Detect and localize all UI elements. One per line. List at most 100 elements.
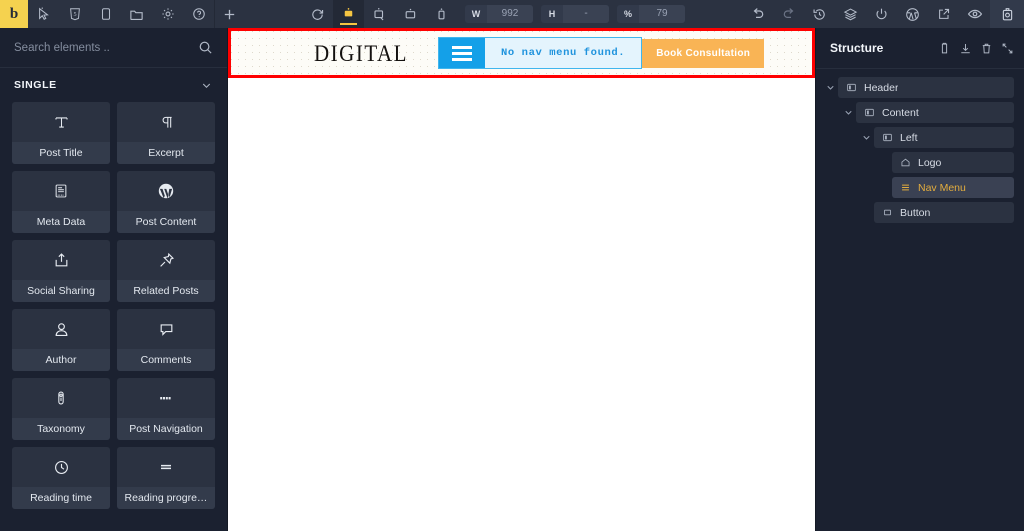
tree-row[interactable]: Left bbox=[874, 127, 1014, 148]
structure-tree: Header Content Left Logo Nav Menu Button bbox=[816, 69, 1024, 223]
tree-label: Left bbox=[900, 131, 918, 144]
width-value[interactable]: 992 bbox=[487, 5, 533, 23]
container-icon bbox=[864, 107, 875, 118]
tree-label: Logo bbox=[918, 156, 942, 169]
category-single[interactable]: SINGLE bbox=[0, 68, 227, 102]
tree-label: Nav Menu bbox=[918, 181, 966, 194]
element-card-reading-time[interactable]: Reading time bbox=[12, 447, 110, 509]
zoom-label: % bbox=[623, 9, 632, 19]
folder-icon[interactable] bbox=[121, 0, 152, 28]
mobile-icon[interactable] bbox=[426, 0, 457, 28]
download-icon[interactable] bbox=[959, 42, 972, 55]
tree-row[interactable]: Logo bbox=[892, 152, 1014, 173]
site-logo[interactable]: DIGITAL bbox=[314, 39, 408, 67]
elements-scroll[interactable]: Post Title Excerpt Meta Data Post Conten… bbox=[0, 102, 227, 531]
element-label: Author bbox=[12, 349, 110, 371]
collapse-icon[interactable] bbox=[1001, 42, 1014, 55]
element-card-author[interactable]: Author bbox=[12, 309, 110, 371]
chevron-down-icon[interactable] bbox=[822, 82, 838, 93]
chevron-down-icon[interactable] bbox=[858, 132, 874, 143]
history-icon[interactable] bbox=[804, 0, 835, 28]
tree-node-content: Content bbox=[822, 102, 1014, 123]
tree-row[interactable]: Button bbox=[874, 202, 1014, 223]
gear-icon[interactable] bbox=[152, 0, 183, 28]
element-card-post-navigation[interactable]: Post Navigation bbox=[117, 378, 215, 440]
clock-icon bbox=[52, 447, 71, 487]
help-icon[interactable] bbox=[183, 0, 214, 28]
element-label: Reading time bbox=[12, 487, 110, 509]
wordpress-icon bbox=[156, 171, 176, 211]
width-field[interactable]: W 992 bbox=[465, 5, 533, 23]
element-card-reading-progress[interactable]: Reading progre… bbox=[117, 447, 215, 509]
cursor-icon[interactable] bbox=[28, 0, 59, 28]
app-logo-button[interactable]: b bbox=[0, 0, 28, 28]
eye-icon[interactable] bbox=[959, 0, 990, 28]
search-icon[interactable] bbox=[198, 40, 213, 55]
zoom-field[interactable]: % 79 bbox=[617, 5, 685, 23]
element-card-social-sharing[interactable]: Social Sharing bbox=[12, 240, 110, 302]
element-card-meta-data[interactable]: Meta Data bbox=[12, 171, 110, 233]
hamburger-icon bbox=[900, 182, 911, 193]
height-value[interactable]: - bbox=[563, 5, 609, 23]
structure-panel: Structure Header Content Left Logo Nav M… bbox=[815, 28, 1024, 531]
height-field[interactable]: H - bbox=[541, 5, 609, 23]
elements-sidebar: SINGLE Post Title bbox=[0, 28, 228, 531]
tree-node-button: Button bbox=[822, 202, 1014, 223]
height-label: H bbox=[548, 9, 556, 19]
tree-row[interactable]: Content bbox=[856, 102, 1014, 123]
header-section-selected[interactable]: DIGITAL No nav menu found. Book Consulta… bbox=[228, 28, 815, 78]
container-icon bbox=[882, 132, 893, 143]
nav-menu-widget[interactable]: No nav menu found. bbox=[437, 37, 643, 69]
element-label: Post Content bbox=[117, 211, 215, 233]
power-icon[interactable] bbox=[866, 0, 897, 28]
chevron-down-icon[interactable] bbox=[840, 107, 856, 118]
external-link-icon[interactable] bbox=[928, 0, 959, 28]
zoom-value[interactable]: 79 bbox=[639, 5, 685, 23]
refresh-icon[interactable] bbox=[302, 0, 333, 28]
svg-text:5: 5 bbox=[73, 12, 76, 18]
chevron-down-icon[interactable] bbox=[200, 79, 213, 92]
element-label: Social Sharing bbox=[12, 280, 110, 302]
plus-icon[interactable] bbox=[214, 0, 245, 28]
structure-header: Structure bbox=[816, 28, 1024, 69]
element-card-post-content[interactable]: Post Content bbox=[117, 171, 215, 233]
category-label: SINGLE bbox=[14, 79, 57, 91]
element-card-comments[interactable]: Comments bbox=[117, 309, 215, 371]
element-card-excerpt[interactable]: Excerpt bbox=[117, 102, 215, 164]
save-disk-icon[interactable] bbox=[990, 0, 1024, 28]
element-label: Excerpt bbox=[117, 142, 215, 164]
tree-label: Button bbox=[900, 206, 931, 219]
element-card-related-posts[interactable]: Related Posts bbox=[117, 240, 215, 302]
share-icon bbox=[52, 240, 71, 280]
element-card-post-title[interactable]: Post Title bbox=[12, 102, 110, 164]
tree-label: Header bbox=[864, 81, 899, 94]
tree-node-left: Left bbox=[822, 127, 1014, 148]
copy-icon[interactable] bbox=[938, 42, 951, 55]
wordpress-icon[interactable] bbox=[897, 0, 928, 28]
redo-icon[interactable] bbox=[773, 0, 804, 28]
element-label: Post Navigation bbox=[117, 418, 215, 440]
main-area: SINGLE Post Title bbox=[0, 28, 1024, 531]
tree-row[interactable]: Header bbox=[838, 77, 1014, 98]
element-label: Meta Data bbox=[12, 211, 110, 233]
undo-icon[interactable] bbox=[742, 0, 773, 28]
tablet-icon[interactable] bbox=[395, 0, 426, 28]
container-icon bbox=[846, 82, 857, 93]
page-icon[interactable] bbox=[90, 0, 121, 28]
html5-icon[interactable]: 5 bbox=[59, 0, 90, 28]
pilcrow-icon bbox=[157, 102, 176, 142]
layers-icon[interactable] bbox=[835, 0, 866, 28]
tree-node-logo: Logo bbox=[822, 152, 1014, 173]
progress-bar-icon bbox=[156, 447, 176, 487]
tree-row-selected[interactable]: Nav Menu bbox=[892, 177, 1014, 198]
element-card-taxonomy[interactable]: Taxonomy bbox=[12, 378, 110, 440]
desktop-icon[interactable] bbox=[333, 0, 364, 28]
canvas[interactable]: DIGITAL No nav menu found. Book Consulta… bbox=[228, 28, 815, 531]
hamburger-icon[interactable] bbox=[438, 38, 485, 68]
book-consultation-button[interactable]: Book Consultation bbox=[642, 38, 765, 68]
trash-icon[interactable] bbox=[980, 42, 993, 55]
laptop-icon[interactable] bbox=[364, 0, 395, 28]
search-input[interactable] bbox=[14, 41, 198, 54]
elements-grid: Post Title Excerpt Meta Data Post Conten… bbox=[12, 102, 215, 509]
home-icon bbox=[900, 157, 911, 168]
